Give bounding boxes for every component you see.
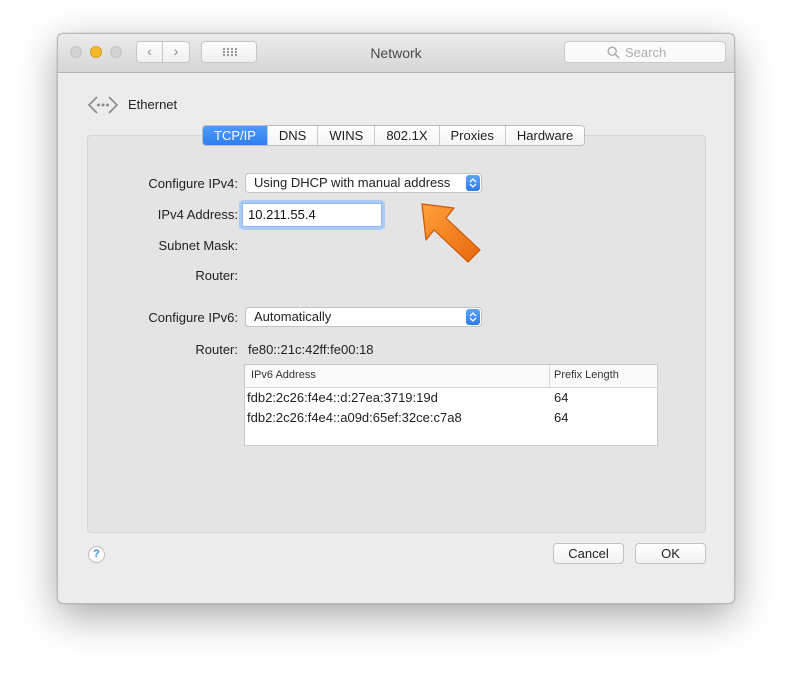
help-button[interactable]: ? [88, 546, 105, 563]
ipv6-router-value: fe80::21c:42ff:fe00:18 [248, 342, 374, 357]
table-row[interactable]: fdb2:2c26:f4e4::a09d:65ef:32ce:c7a8 64 [245, 408, 657, 428]
table-header: IPv6 Address Prefix Length [245, 365, 657, 388]
ipv4-address-input[interactable]: 10.211.55.4 [242, 203, 382, 227]
ok-button[interactable]: OK [635, 543, 706, 564]
prefix-length-cell: 64 [554, 410, 569, 425]
popup-arrows-icon [466, 175, 480, 191]
configure-ipv4-value: Using DHCP with manual address [254, 175, 451, 190]
configure-ipv6-value: Automatically [254, 309, 332, 324]
tab-tcpip[interactable]: TCP/IP [203, 126, 268, 145]
ipv6-router-label: Router: [195, 342, 238, 357]
search-field[interactable]: Search [564, 41, 726, 63]
cancel-button[interactable]: Cancel [553, 543, 624, 564]
network-window: ‹ › Network Search Ethernet TCP/IP DNS W… [57, 33, 735, 604]
ipv4-router-label: Router: [195, 268, 238, 283]
settings-panel [87, 135, 706, 533]
annotation-arrow-icon [421, 203, 481, 263]
ipv4-address-label: IPv4 Address: [157, 207, 238, 222]
table-row[interactable]: fdb2:2c26:f4e4::d:27ea:3719:19d 64 [245, 388, 657, 408]
configure-ipv4-label: Configure IPv4: [148, 176, 238, 191]
tab-wins[interactable]: WINS [318, 126, 376, 145]
search-placeholder: Search [625, 45, 667, 60]
subnet-mask-label: Subnet Mask: [158, 238, 239, 253]
title-bar: ‹ › Network Search [58, 34, 734, 73]
tab-bar: TCP/IP DNS WINS 802.1X Proxies Hardware [202, 125, 586, 146]
popup-arrows-icon [466, 309, 480, 325]
tab-dns[interactable]: DNS [267, 126, 319, 145]
search-icon [607, 46, 620, 59]
ipv6-address-cell: fdb2:2c26:f4e4::d:27ea:3719:19d [247, 390, 438, 405]
tab-proxies[interactable]: Proxies [439, 126, 506, 145]
tab-8021x[interactable]: 802.1X [375, 126, 440, 145]
column-header-prefix-length[interactable]: Prefix Length [554, 369, 619, 381]
configure-ipv4-select[interactable]: Using DHCP with manual address [245, 173, 482, 193]
tab-hardware[interactable]: Hardware [505, 126, 585, 145]
prefix-length-cell: 64 [554, 390, 569, 405]
column-divider [549, 365, 550, 387]
service-name: Ethernet [128, 97, 178, 112]
configure-ipv6-select[interactable]: Automatically [245, 307, 482, 327]
ipv6-address-table[interactable]: IPv6 Address Prefix Length fdb2:2c26:f4e… [244, 364, 658, 446]
ipv6-address-cell: fdb2:2c26:f4e4::a09d:65ef:32ce:c7a8 [247, 410, 462, 425]
configure-ipv6-label: Configure IPv6: [148, 310, 238, 325]
column-header-ipv6-address[interactable]: IPv6 Address [251, 369, 316, 381]
ethernet-icon [87, 96, 119, 114]
